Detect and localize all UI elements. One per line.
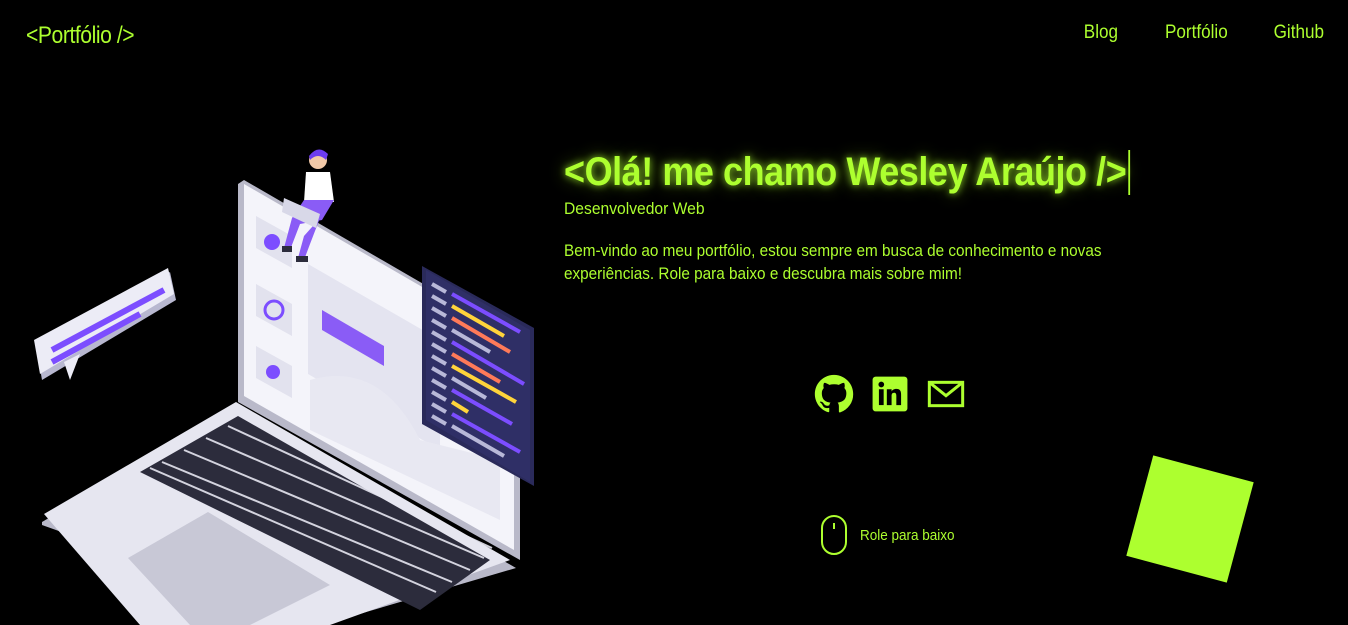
hero-description: Bem-vindo ao meu portfólio, estou sempre… <box>564 241 1102 283</box>
nav-link-portfolio[interactable]: Portfólio <box>1165 22 1228 44</box>
mouse-icon <box>821 515 847 555</box>
linkedin-link[interactable] <box>870 374 910 414</box>
scroll-hint-label: Role para baixo <box>860 526 955 544</box>
nav-link-github[interactable]: Github <box>1274 22 1324 44</box>
social-links <box>814 374 966 414</box>
github-link[interactable] <box>814 374 854 414</box>
main-nav: Blog Portfólio Github <box>1040 22 1324 44</box>
hero-title: <Olá! me chamo Wesley Araújo /> <box>564 150 1130 195</box>
speech-bubble-graphic <box>34 268 176 380</box>
linkedin-icon <box>872 376 908 412</box>
hero-section: <Olá! me chamo Wesley Araújo /> Desenvol… <box>564 150 1164 285</box>
mail-icon <box>927 380 965 408</box>
nav-link-blog[interactable]: Blog <box>1084 22 1118 44</box>
site-logo[interactable]: <Portfólio /> <box>26 22 135 50</box>
decorative-square <box>1126 455 1254 583</box>
github-icon <box>814 374 854 413</box>
developer-laptop-illustration <box>34 149 534 625</box>
hero-subtitle: Desenvolvedor Web <box>564 199 705 218</box>
email-link[interactable] <box>926 374 966 414</box>
scroll-hint[interactable]: Role para baixo <box>820 514 965 556</box>
